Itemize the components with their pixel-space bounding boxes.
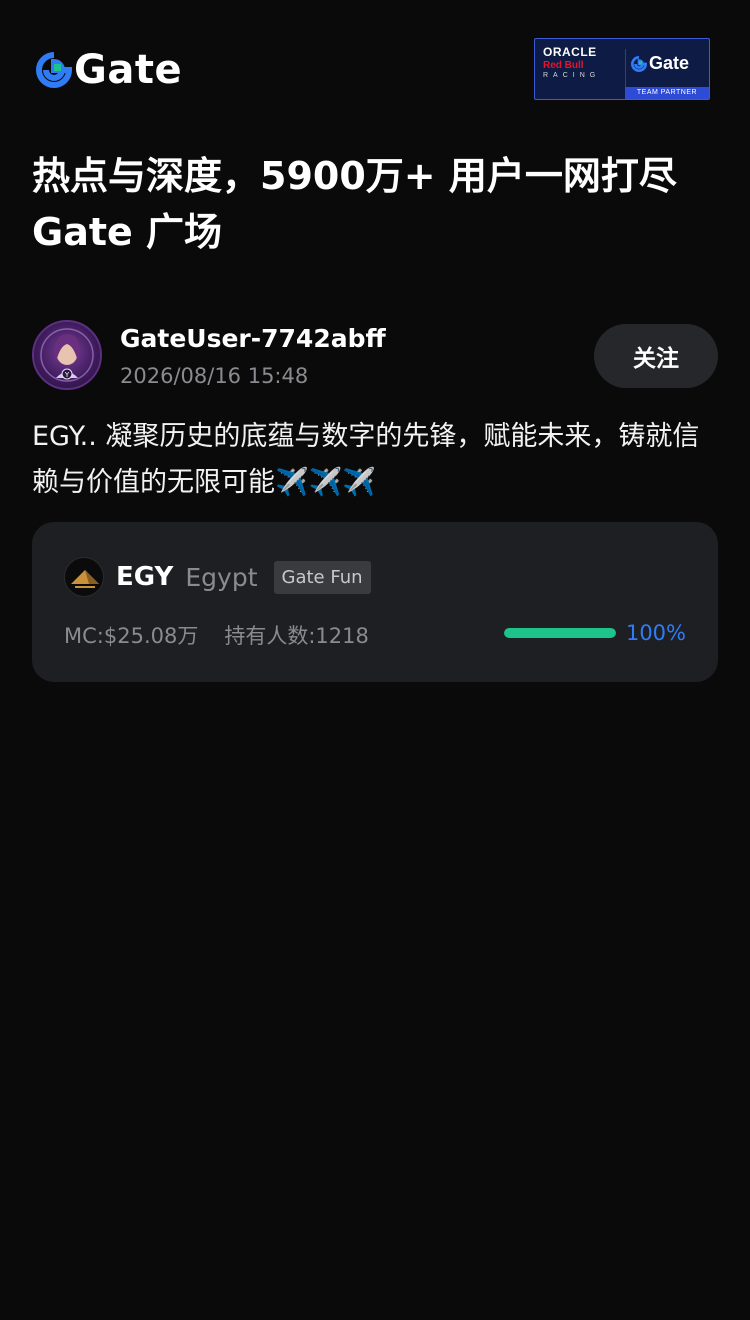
token-symbol: EGY (116, 562, 174, 592)
avatar[interactable]: Y (32, 320, 102, 390)
progress-track (503, 628, 616, 638)
header: Gate ORACLE Red Bull RACING Gate TEAM PA… (36, 38, 710, 102)
token-row: EGY Egypt Gate Fun (64, 556, 371, 598)
partner-divider (625, 49, 626, 89)
follow-button[interactable]: 关注 (594, 324, 718, 388)
token-stats: MC:$25.08万 持有人数:1218 (64, 620, 369, 650)
partner-redbull-block: ORACLE Red Bull RACING (543, 45, 621, 79)
partner-oracle-text: ORACLE (543, 45, 597, 59)
username[interactable]: GateUser-7742abff (120, 324, 386, 353)
token-logo-icon (64, 557, 104, 597)
post-timestamp: 2026/08/16 15:48 (120, 364, 309, 388)
market-cap: MC:$25.08万 (64, 624, 199, 648)
post-text: EGY.. 凝聚历史的底蕴与数字的先锋，赋能未来，铸就信赖与价值的无限可能✈️✈… (32, 421, 700, 498)
post-header: Y GateUser-7742abff 2026/08/16 15:48 关注 (32, 320, 718, 392)
holders-count: 持有人数:1218 (224, 624, 369, 648)
partner-gate-icon (631, 55, 647, 72)
partner-redbull-text: Red Bull (543, 60, 584, 71)
partner-racing-text: RACING (543, 72, 601, 79)
logo-text: Gate (74, 47, 183, 93)
token-card[interactable]: EGY Egypt Gate Fun MC:$25.08万 持有人数:1218 … (32, 522, 718, 682)
avatar-icon: Y (40, 328, 94, 382)
gate-logo-icon (36, 52, 72, 88)
token-name: Egypt (185, 562, 258, 592)
gate-logo[interactable]: Gate (36, 50, 182, 90)
partner-footer: TEAM PARTNER (625, 87, 709, 99)
bonding-progress: 100% (503, 620, 686, 646)
partner-gate-text: Gate (649, 53, 690, 73)
page-title: 热点与深度，5900万+ 用户一网打尽 Gate 广场 (32, 154, 677, 254)
partner-gate-logo: Gate (631, 53, 689, 74)
partner-banner: ORACLE Red Bull RACING Gate TEAM PARTNER (534, 38, 710, 100)
progress-percent: 100% (625, 621, 686, 645)
page: Gate ORACLE Red Bull RACING Gate TEAM PA… (0, 0, 750, 1320)
svg-text:Y: Y (64, 371, 70, 379)
progress-fill (503, 628, 616, 638)
token-tag: Gate Fun (273, 560, 371, 594)
